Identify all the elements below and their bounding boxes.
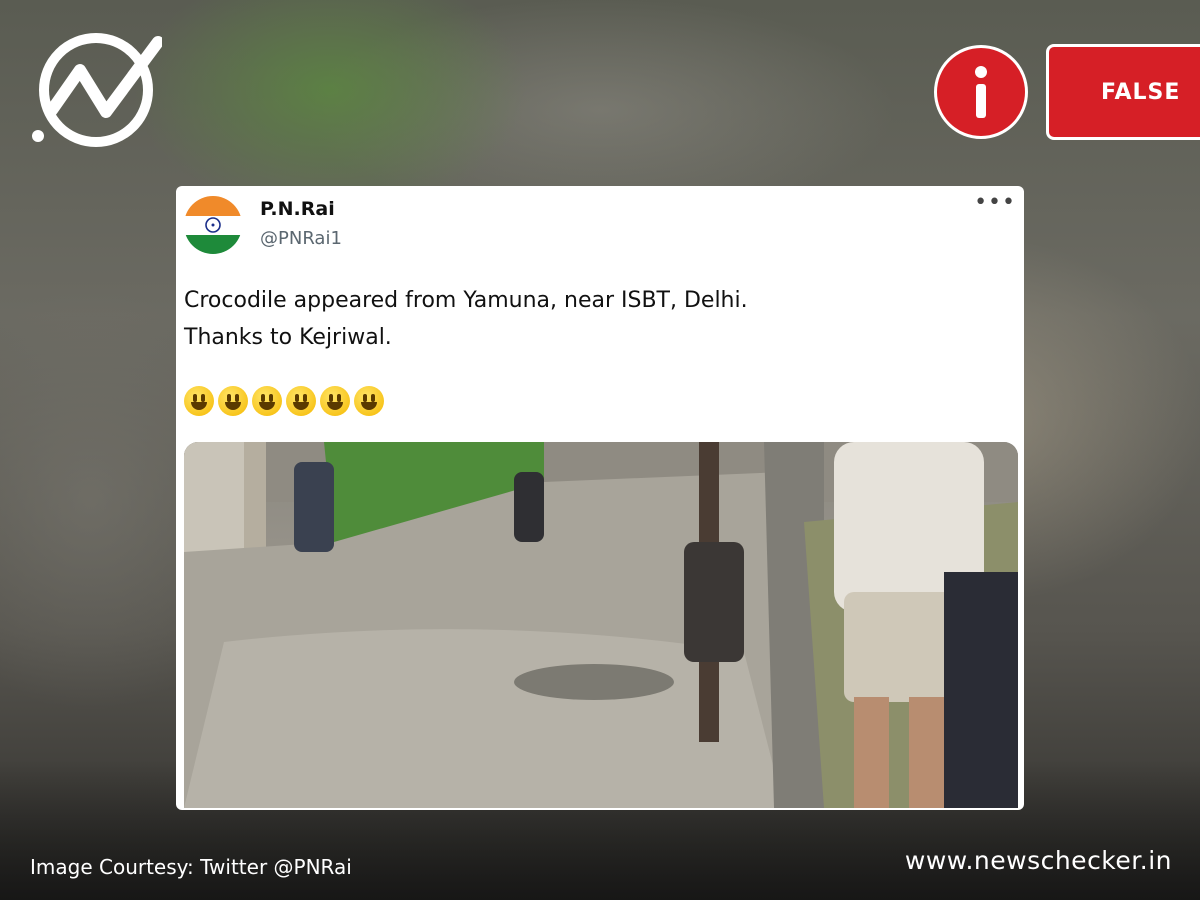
tweet-text-line: Thanks to Kejriwal. bbox=[184, 325, 392, 350]
smiley-emoji-icon bbox=[320, 386, 350, 416]
smiley-emoji-icon bbox=[286, 386, 316, 416]
verdict-label: FALSE bbox=[1101, 79, 1181, 105]
smiley-emoji-icon bbox=[184, 386, 214, 416]
image-credit: Image Courtesy: Twitter @PNRai bbox=[30, 855, 352, 879]
more-options-icon[interactable]: ••• bbox=[974, 190, 1016, 215]
tweet-video[interactable] bbox=[184, 442, 1018, 808]
newschecker-logo bbox=[30, 30, 164, 150]
tweet-author-handle[interactable]: @PNRai1 bbox=[260, 228, 342, 249]
tweet-text-line: Crocodile appeared from Yamuna, near ISB… bbox=[184, 288, 748, 313]
emoji-row bbox=[184, 386, 384, 416]
info-icon bbox=[934, 45, 1028, 139]
avatar[interactable] bbox=[184, 196, 242, 254]
tweet-author-name[interactable]: P.N.Rai bbox=[260, 198, 335, 220]
smiley-emoji-icon bbox=[218, 386, 248, 416]
site-url[interactable]: www.newschecker.in bbox=[905, 846, 1172, 875]
verdict-badge: FALSE bbox=[1046, 44, 1200, 140]
smiley-emoji-icon bbox=[252, 386, 282, 416]
tweet-text: Crocodile appeared from Yamuna, near ISB… bbox=[184, 282, 748, 356]
tweet-card: P.N.Rai @PNRai1 ••• Crocodile appeared f… bbox=[176, 186, 1024, 810]
smiley-emoji-icon bbox=[354, 386, 384, 416]
